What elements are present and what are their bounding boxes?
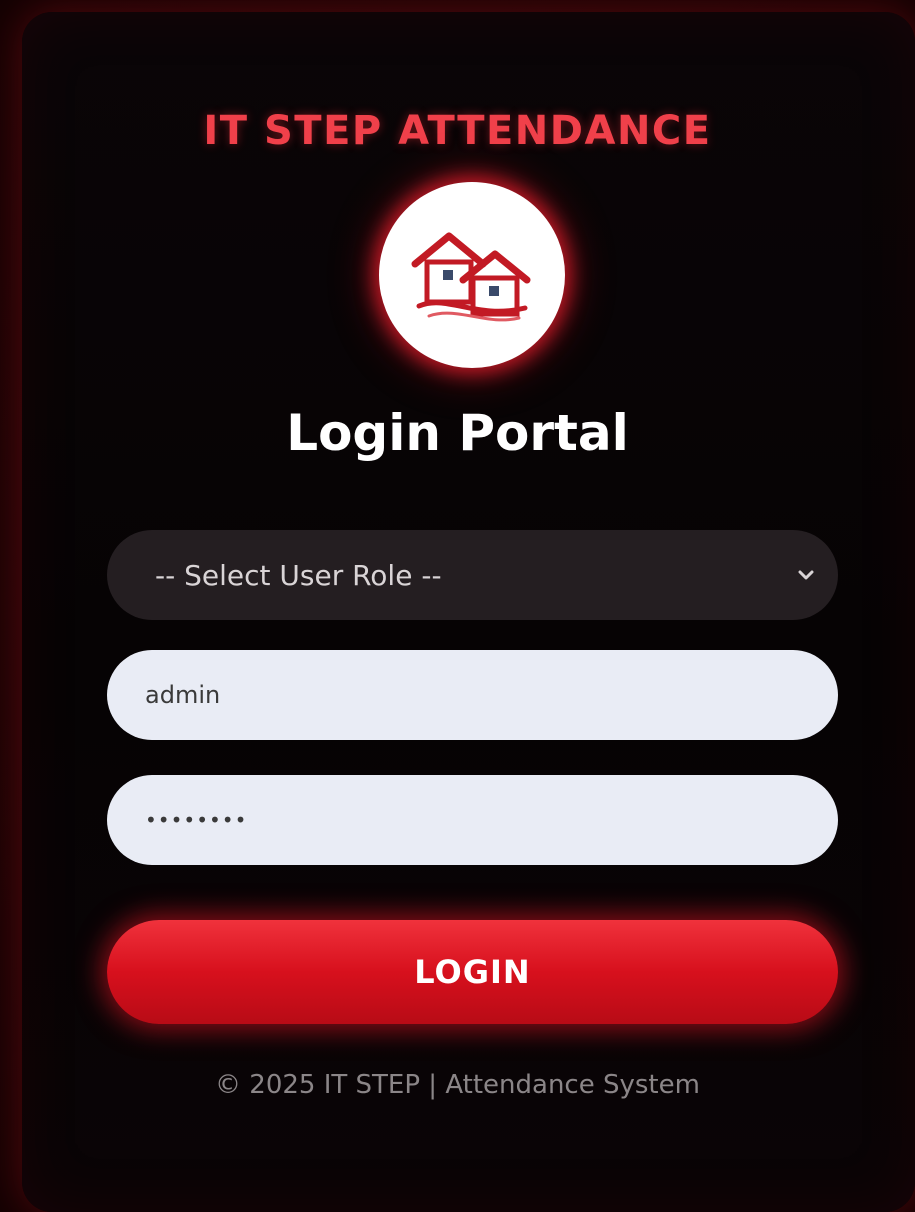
brand-title: IT STEP ATTENDANCE xyxy=(203,108,712,154)
login-button[interactable]: LOGIN xyxy=(107,920,838,1024)
footer-copyright: © 2025 IT STEP | Attendance System xyxy=(215,1070,700,1100)
logo xyxy=(379,182,565,368)
password-input[interactable] xyxy=(107,775,838,865)
username-input[interactable] xyxy=(107,650,838,740)
houses-icon xyxy=(411,232,531,322)
user-role-select[interactable]: -- Select User Role -- xyxy=(107,530,838,620)
user-role-select-label: -- Select User Role -- xyxy=(155,558,442,592)
chevron-down-icon xyxy=(796,565,816,585)
page-title: Login Portal xyxy=(286,404,629,462)
